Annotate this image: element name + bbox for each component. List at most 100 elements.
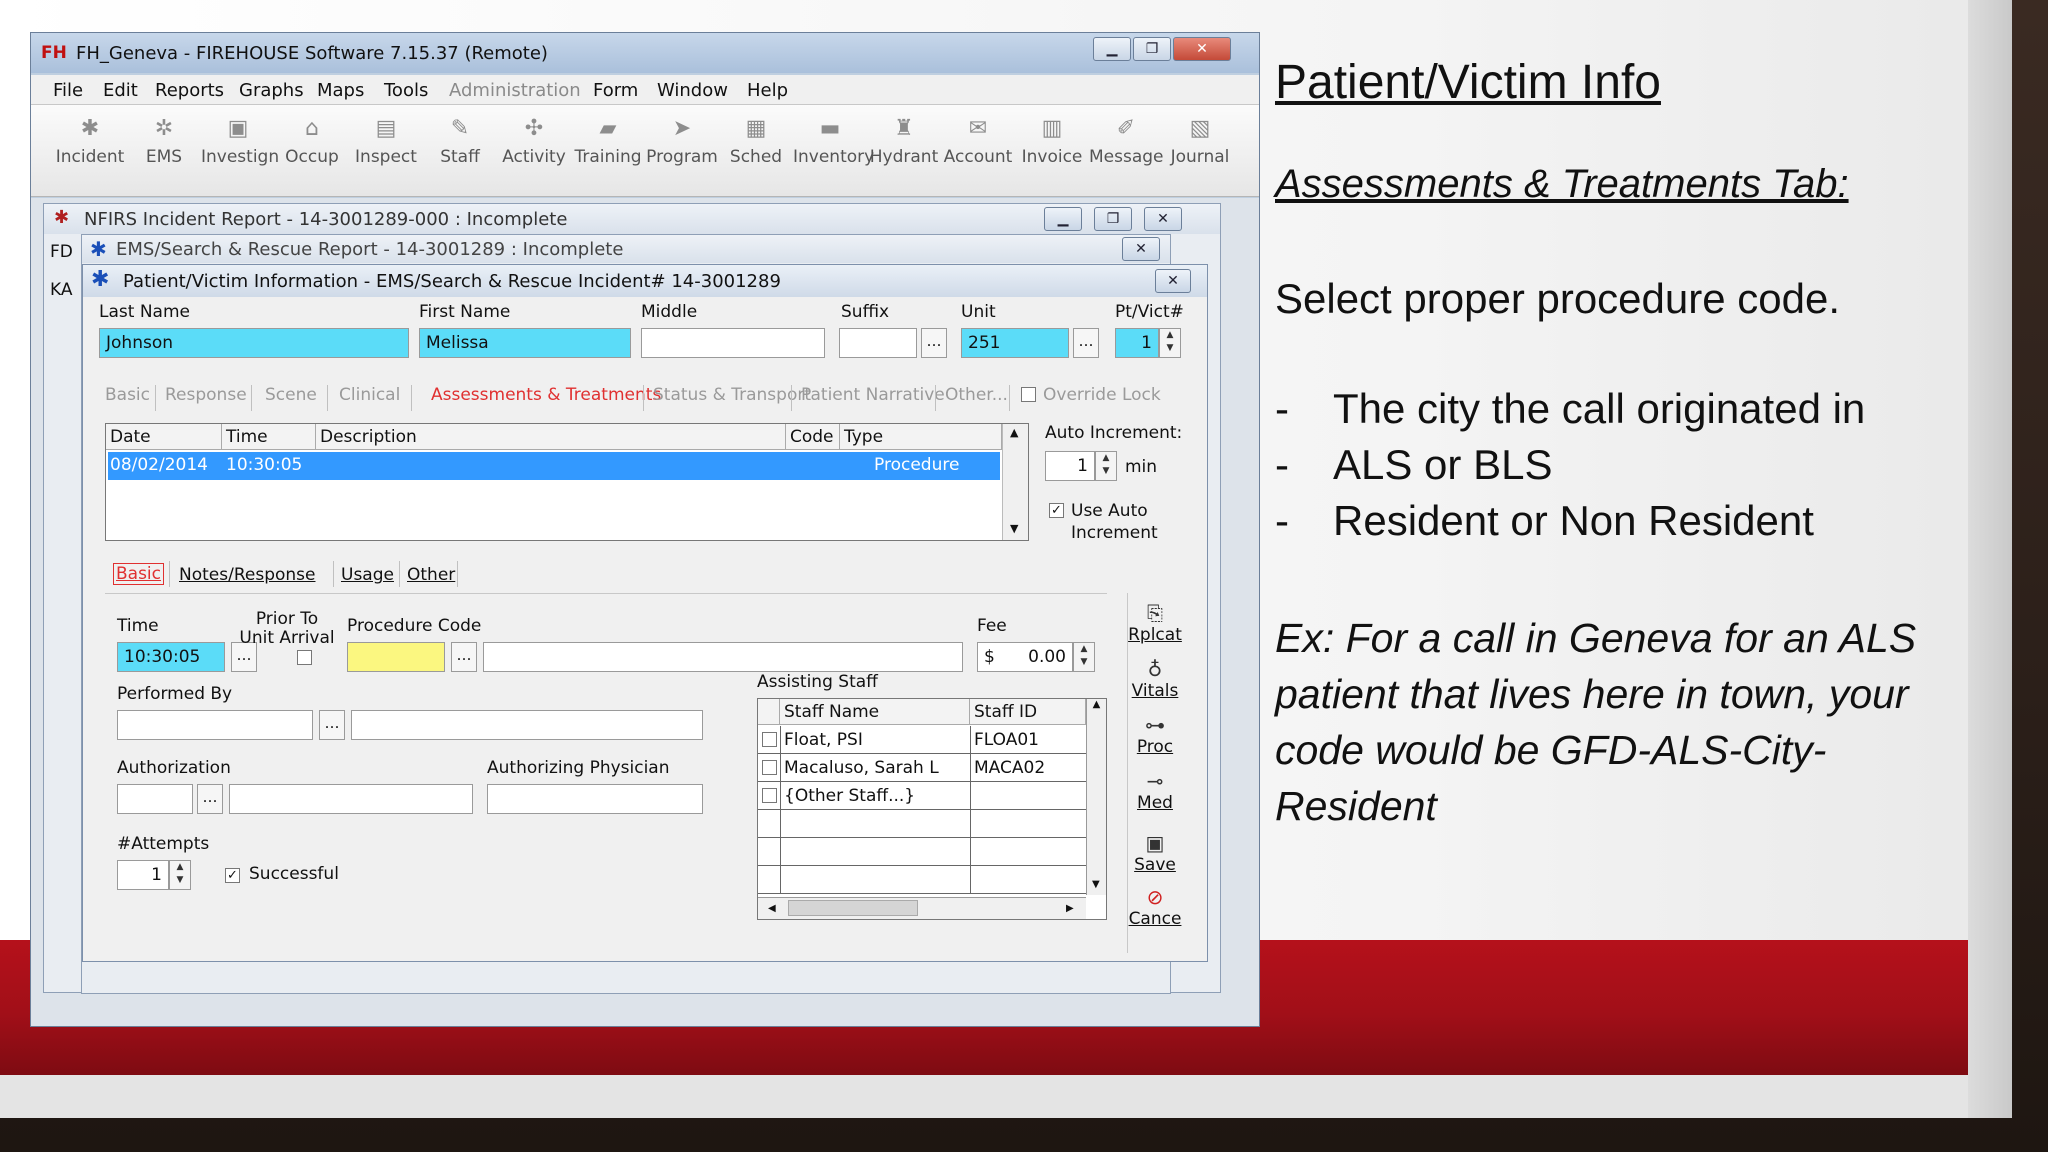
med-button[interactable]: ⊸ Med [1128,767,1182,813]
scroll-right-icon[interactable]: ▶ [1066,903,1074,914]
toolbar-button-incident[interactable]: ✱ Incident [53,105,127,197]
tab-scene[interactable]: Scene [265,385,317,405]
toolbar-button-journal[interactable]: ▧ Journal [1163,105,1237,197]
grid-header-type[interactable]: Type [840,424,1002,450]
toolbar-button-hydrant[interactable]: ♜ Hydrant [867,105,941,197]
ems-titlebar[interactable]: ✱ EMS/Search & Rescue Report - 14-300128… [82,235,1170,263]
app-titlebar[interactable]: FH FH_Geneva - FIREHOUSE Software 7.15.3… [31,33,1259,73]
menu-maps[interactable]: Maps [317,80,364,101]
staff-grid-scrollbar[interactable]: ▲ ▼ [1086,699,1106,895]
menu-help[interactable]: Help [747,80,788,101]
rplcat-button[interactable]: ⎘ Rplcat [1128,599,1182,645]
toolbar-button-inspect[interactable]: ▤ Inspect [349,105,423,197]
toolbar-button-account[interactable]: ✉ Account [941,105,1015,197]
toolbar-button-invoice[interactable]: ▥ Invoice [1015,105,1089,197]
tab-response[interactable]: Response [165,385,247,405]
staff-checkbox[interactable] [762,788,777,803]
cance-button[interactable]: ⊘ Cance [1128,883,1182,929]
prior-to-unit-arrival-checkbox[interactable] [297,650,312,665]
menu-graphs[interactable]: Graphs [239,80,304,101]
dialog-close-button[interactable]: ✕ [1155,269,1191,293]
table-row[interactable]: Float, PSI FLOA01 [758,726,1086,754]
procedure-code-lookup-button[interactable]: … [451,642,477,672]
toolbar-button-message[interactable]: ✐ Message [1089,105,1164,197]
staff-grid-header-id[interactable]: Staff ID [970,699,1086,725]
menu-file[interactable]: File [53,80,83,101]
attempts-spinner[interactable]: ▲ ▼ [169,860,191,890]
procedure-description-input[interactable] [483,642,963,672]
subtab-other[interactable]: Other [407,565,455,585]
vitals-button[interactable]: ♁ Vitals [1128,655,1182,701]
suffix-input[interactable] [839,328,917,358]
suffix-lookup-button[interactable]: … [921,328,947,358]
override-lock-checkbox[interactable] [1021,387,1036,402]
pt-vict-spinner[interactable]: ▲ ▼ [1159,328,1181,358]
unit-input[interactable]: 251 [961,328,1069,358]
authorization-lookup-button[interactable]: … [197,784,223,814]
subtab-notes-response[interactable]: Notes/Response [179,565,315,585]
first-name-input[interactable]: Melissa [419,328,631,358]
auto-increment-input[interactable]: 1 [1045,451,1095,481]
procedure-code-input[interactable] [347,642,445,672]
close-button[interactable]: ✕ [1173,37,1231,61]
table-row[interactable]: {Other Staff...} [758,782,1086,810]
pt-vict-input[interactable]: 1 [1115,328,1159,358]
subtab-basic[interactable]: Basic [113,563,165,585]
tab-status-transport[interactable]: Status & Transport [653,385,811,405]
scroll-down-icon[interactable]: ▼ [1092,879,1100,890]
toolbar-button-ems[interactable]: ✲ EMS [127,105,201,197]
use-auto-increment-checkbox[interactable]: ✓ [1049,503,1064,518]
staff-grid-header-name[interactable]: Staff Name [780,699,970,725]
restore-button[interactable]: ❐ [1133,37,1171,61]
table-row[interactable] [758,838,1086,866]
save-button[interactable]: ▣ Save [1128,829,1182,875]
scroll-left-icon[interactable]: ◀ [768,903,776,914]
authorization-input[interactable] [117,784,193,814]
menu-administration[interactable]: Administration [449,80,581,101]
performed-by-lookup-button[interactable]: … [319,710,345,740]
ems-close-button[interactable]: ✕ [1122,237,1160,261]
authorization-name-input[interactable] [229,784,473,814]
toolbar-button-inventory[interactable]: ▬ Inventory [793,105,874,197]
performed-by-input[interactable] [117,710,313,740]
staff-grid-hscrollbar[interactable]: ◀ ▶ [758,897,1086,919]
menu-tools[interactable]: Tools [384,80,428,101]
menu-reports[interactable]: Reports [155,80,224,101]
middle-input[interactable] [641,328,825,358]
grid-scrollbar[interactable]: ▲ ▼ [1002,424,1028,540]
table-row[interactable] [758,810,1086,838]
fee-spinner[interactable]: ▲ ▼ [1073,642,1095,672]
menu-form[interactable]: Form [593,80,638,101]
table-row[interactable] [758,866,1086,894]
tab-patient-narrative[interactable]: Patient Narrative [801,385,945,405]
subtab-usage[interactable]: Usage [341,565,394,585]
scroll-down-icon[interactable]: ▼ [1010,522,1018,535]
table-row[interactable]: 08/02/2014 10:30:05 Procedure [108,452,1000,480]
toolbar-button-staff[interactable]: ✎ Staff [423,105,497,197]
toolbar-button-training[interactable]: ▰ Training [571,105,645,197]
table-row[interactable]: Macaluso, Sarah L MACA02 [758,754,1086,782]
nfirs-minimize-button[interactable]: ▁ [1044,207,1082,231]
toolbar-button-sched[interactable]: ▦ Sched [719,105,793,197]
nfirs-titlebar[interactable]: ✱ NFIRS Incident Report - 14-3001289-000… [44,204,1220,234]
tab-other[interactable]: Other... [945,385,1008,405]
unit-lookup-button[interactable]: … [1073,328,1099,358]
staff-checkbox[interactable] [762,732,777,747]
minimize-button[interactable]: ▁ [1093,37,1131,61]
menu-edit[interactable]: Edit [103,80,138,101]
grid-header-time[interactable]: Time [222,424,316,450]
scroll-up-icon[interactable]: ▲ [1010,426,1018,439]
performed-by-name-input[interactable] [351,710,703,740]
grid-header-description[interactable]: Description [316,424,786,450]
attempts-input[interactable]: 1 [117,860,169,890]
nfirs-restore-button[interactable]: ❐ [1094,207,1132,231]
last-name-input[interactable]: Johnson [99,328,409,358]
grid-header-date[interactable]: Date [106,424,222,450]
tab-clinical[interactable]: Clinical [339,385,400,405]
authorizing-physician-input[interactable] [487,784,703,814]
menu-window[interactable]: Window [657,80,728,101]
grid-header-code[interactable]: Code [786,424,840,450]
fee-input[interactable]: $ 0.00 [977,642,1073,672]
auto-increment-spinner[interactable]: ▲ ▼ [1095,451,1117,481]
proc-button[interactable]: ⊶ Proc [1128,711,1182,757]
